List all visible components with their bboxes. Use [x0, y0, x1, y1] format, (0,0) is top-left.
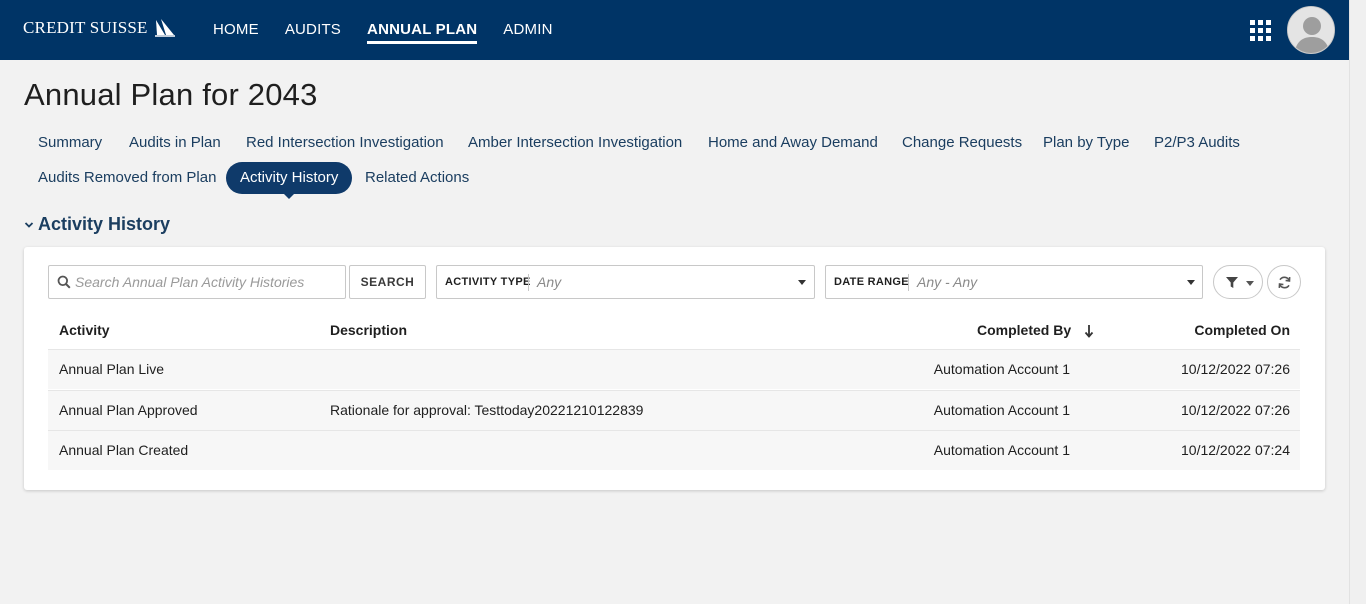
apps-grid-icon[interactable]	[1250, 20, 1271, 41]
date-range-label: DATE RANGE	[834, 276, 909, 288]
chevron-down-icon	[24, 221, 34, 228]
activity-history-section-toggle[interactable]: Activity History	[24, 214, 170, 235]
nav-home[interactable]: HOME	[213, 0, 259, 60]
tab-activity-history[interactable]: Activity History	[226, 162, 353, 199]
tab-amber-intersection-investigation[interactable]: Amber Intersection Investigation	[454, 127, 696, 159]
nav-admin[interactable]: ADMIN	[503, 0, 552, 60]
refresh-button[interactable]	[1267, 265, 1301, 299]
brand-name: CREDIT SUISSE	[23, 18, 148, 37]
caret-down-icon	[1187, 280, 1195, 285]
cell-completed-on: 10/12/2022 07:26	[1181, 361, 1290, 377]
filter-divider	[908, 274, 909, 291]
tab-audits-in-plan[interactable]: Audits in Plan	[115, 127, 235, 159]
funnel-icon	[1226, 277, 1238, 288]
column-header-activity[interactable]: Activity	[59, 322, 110, 338]
filter-divider	[528, 274, 529, 291]
tab-summary[interactable]: Summary	[24, 127, 116, 159]
tab-plan-by-type[interactable]: Plan by Type	[1029, 127, 1143, 159]
tab-related-actions[interactable]: Related Actions	[351, 162, 483, 194]
cell-completed-by: Automation Account 1	[933, 442, 1070, 458]
sail-logo-icon	[154, 19, 175, 37]
cell-completed-by: Automation Account 1	[933, 402, 1070, 418]
tab-red-intersection-investigation[interactable]: Red Intersection Investigation	[232, 127, 458, 159]
date-range-filter[interactable]: DATE RANGE Any - Any	[825, 265, 1203, 299]
search-button[interactable]: SEARCH	[349, 265, 426, 299]
tab-audits-removed-from-plan[interactable]: Audits Removed from Plan	[24, 162, 230, 194]
main-nav: HOME AUDITS ANNUAL PLAN ADMIN	[213, 0, 579, 60]
activity-type-label: ACTIVITY TYPE	[445, 276, 531, 288]
user-avatar-icon	[1288, 7, 1334, 53]
user-avatar[interactable]	[1287, 6, 1335, 54]
tab-change-requests[interactable]: Change Requests	[888, 127, 1036, 159]
activity-history-panel: SEARCH ACTIVITY TYPE Any DATE RANGE Any …	[24, 247, 1325, 490]
table-header: Activity Description Completed By Comple…	[48, 311, 1300, 349]
cell-completed-on: 10/12/2022 07:24	[1181, 442, 1290, 458]
caret-down-icon	[798, 280, 806, 285]
tab-home-and-away-demand[interactable]: Home and Away Demand	[694, 127, 892, 159]
activity-type-filter[interactable]: ACTIVITY TYPE Any	[436, 265, 815, 299]
cell-description: Rationale for approval: Testtoday2022121…	[330, 402, 644, 418]
column-header-description[interactable]: Description	[330, 322, 407, 338]
date-range-value: Any - Any	[917, 274, 978, 290]
nav-audits[interactable]: AUDITS	[285, 0, 341, 60]
activity-type-value: Any	[537, 274, 562, 290]
cell-activity: Annual Plan Live	[59, 361, 165, 377]
cell-completed-on: 10/12/2022 07:26	[1181, 402, 1290, 418]
vertical-scrollbar[interactable]	[1349, 0, 1366, 604]
table-row[interactable]: Annual Plan Approved Rationale for appro…	[48, 390, 1300, 430]
refresh-icon	[1278, 276, 1291, 289]
top-navigation-bar: CREDIT SUISSE HOME AUDITS ANNUAL PLAN AD…	[0, 0, 1349, 60]
tab-p2-p3-audits[interactable]: P2/P3 Audits	[1140, 127, 1254, 159]
table-row[interactable]: Annual Plan Live Automation Account 1 10…	[48, 349, 1300, 389]
nav-annual-plan[interactable]: ANNUAL PLAN	[367, 0, 478, 60]
cell-activity: Annual Plan Approved	[59, 402, 198, 418]
section-title: Activity History	[38, 214, 171, 234]
filter-menu-button[interactable]	[1213, 265, 1263, 299]
column-header-completed-by[interactable]: Completed By	[977, 322, 1071, 338]
search-input[interactable]	[75, 266, 340, 298]
sort-descending-arrow-icon[interactable]	[1084, 324, 1094, 338]
caret-down-icon	[1246, 281, 1254, 286]
table-row[interactable]: Annual Plan Created Automation Account 1…	[48, 430, 1300, 470]
column-header-completed-on[interactable]: Completed On	[1194, 322, 1290, 338]
brand-logo[interactable]: CREDIT SUISSE	[23, 18, 176, 38]
search-icon	[57, 275, 71, 289]
page-title: Annual Plan for 2043	[24, 77, 318, 112]
search-box	[48, 265, 346, 299]
cell-activity: Annual Plan Created	[59, 442, 189, 458]
cell-completed-by: Automation Account 1	[933, 361, 1070, 377]
